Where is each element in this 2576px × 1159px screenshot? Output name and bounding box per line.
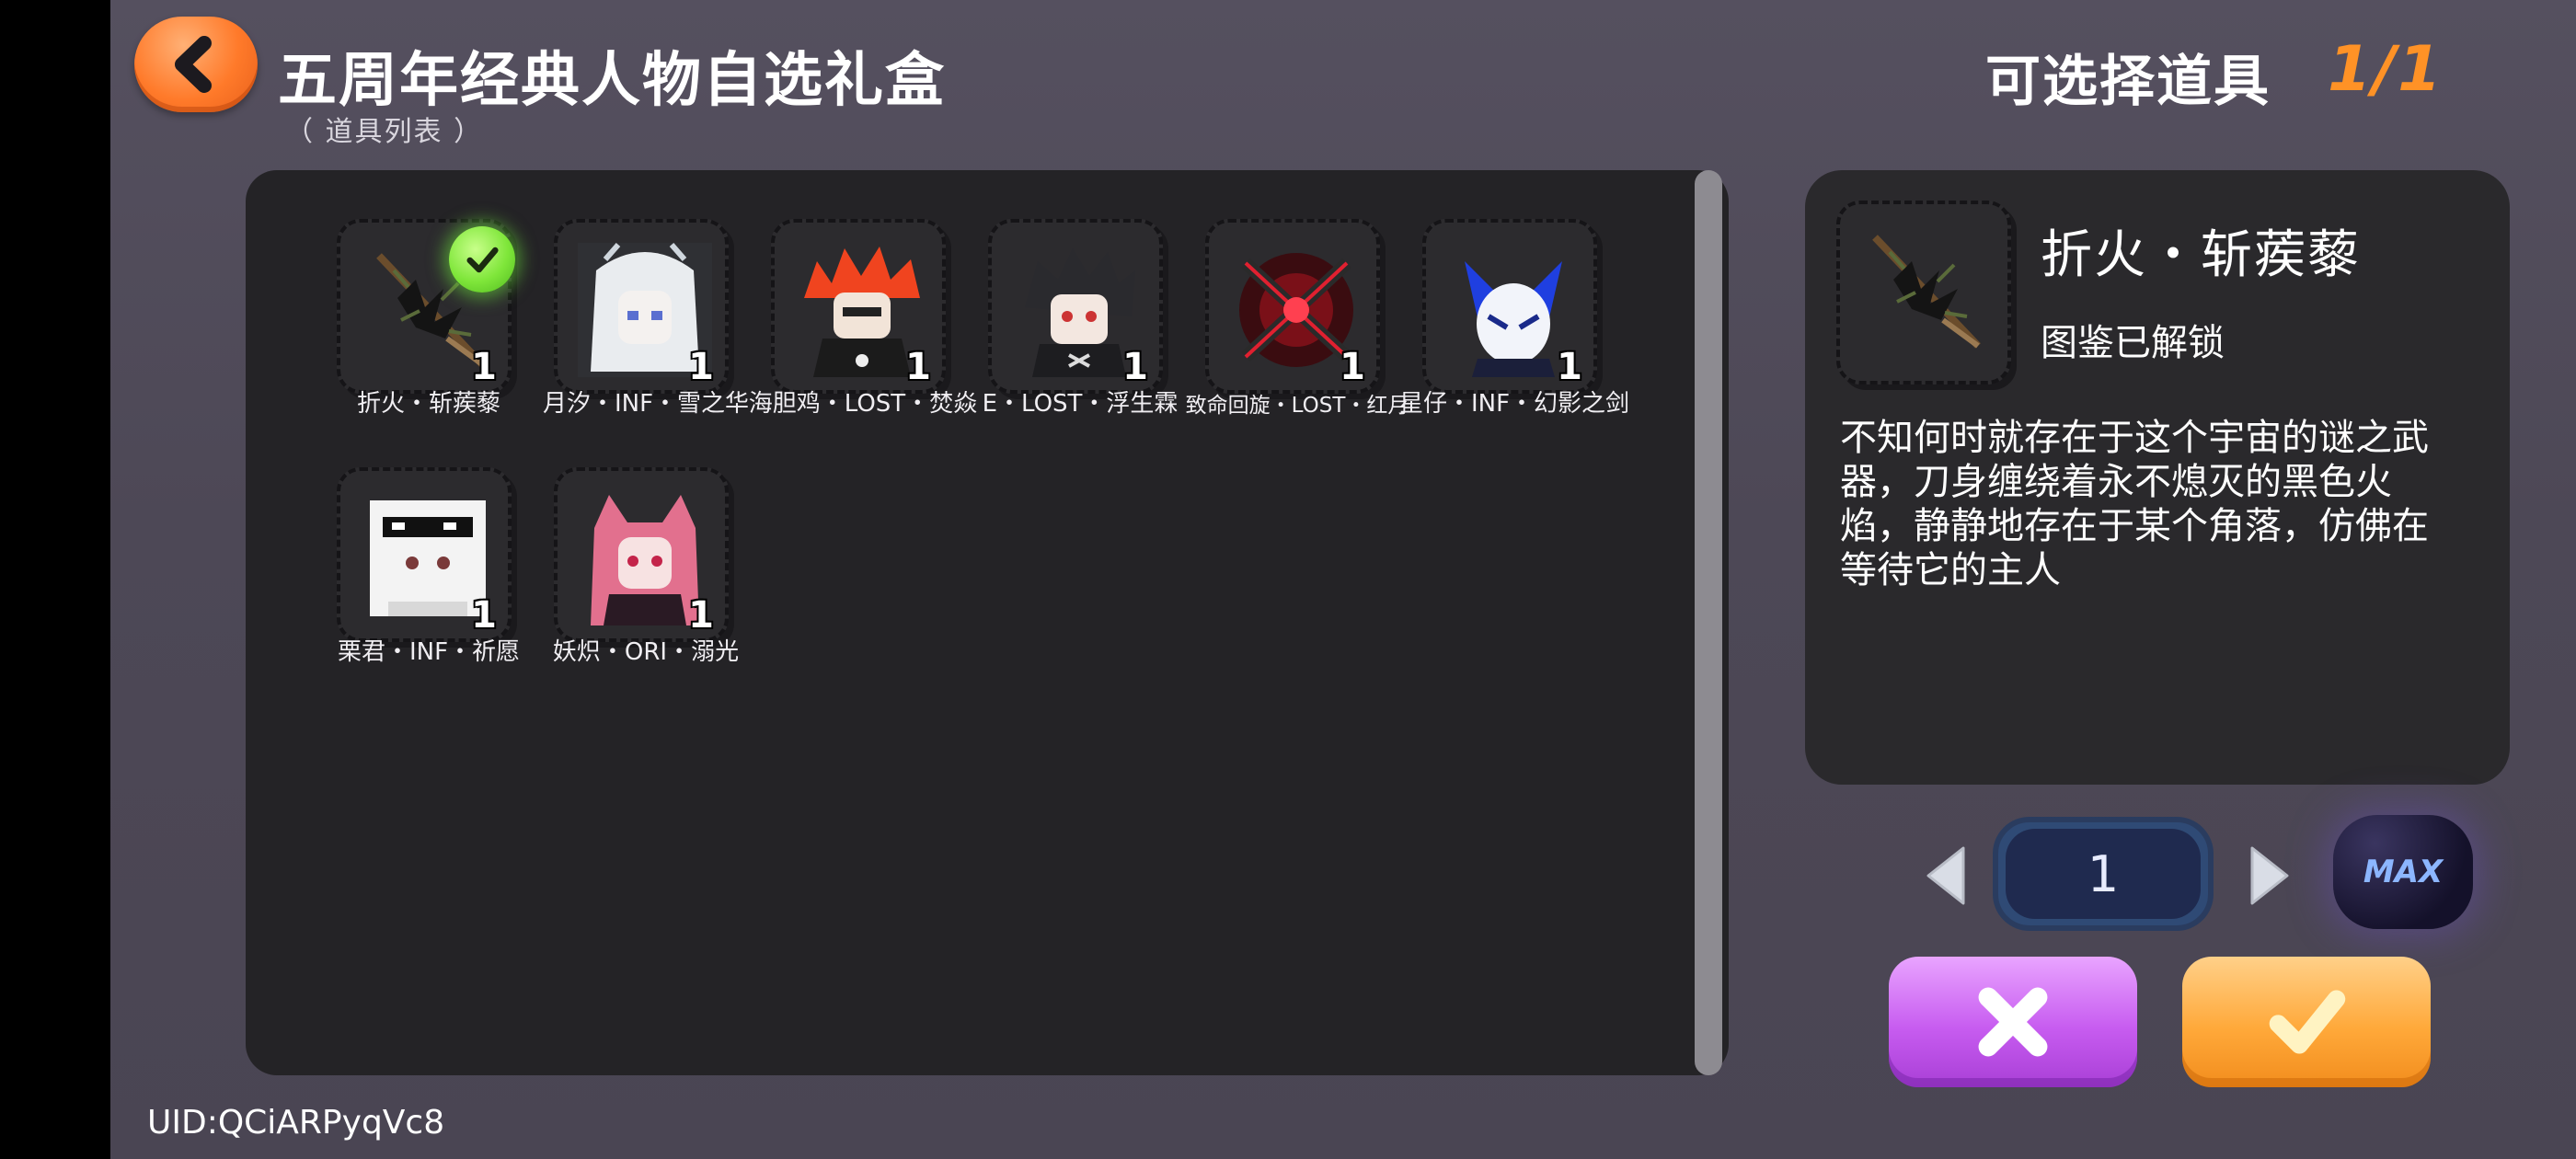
item-name: 海胆鸡・LOST・焚焱	[748, 390, 978, 418]
item-name: 致命回旋・LOST・红月	[1185, 394, 1409, 418]
item-quantity: 1	[471, 346, 497, 388]
max-button[interactable]: MAX	[2333, 815, 2473, 929]
item-quantity: 1	[1557, 346, 1582, 388]
item-card[interactable]: 1 海胆鸡・LOST・焚焱	[749, 219, 977, 458]
quantity-input[interactable]: 1	[1993, 817, 2214, 931]
item-card[interactable]: 1 E・LOST・浮生霖	[983, 219, 1178, 458]
collection-status: 图鉴已解锁	[2041, 322, 2225, 364]
detail-item-name: 折火・斩蒺藜	[2041, 225, 2361, 285]
selected-check-icon	[449, 226, 515, 293]
item-quantity: 1	[1122, 346, 1148, 388]
item-tile: 1	[1205, 219, 1380, 394]
detail-item-tile	[1836, 201, 2011, 384]
increase-arrow-button[interactable]	[2243, 843, 2294, 909]
item-quantity: 1	[688, 346, 714, 388]
item-card[interactable]: 1 妖炽・ORI・溺光	[553, 467, 739, 706]
item-name: 妖炽・ORI・溺光	[552, 638, 740, 666]
selectable-items-label: 可选择道具	[1985, 50, 2271, 114]
item-description: 不知何时就存在于这个宇宙的谜之武器，刀身缠绕着永不熄灭的黑色火焰，静静地存在于某…	[1840, 417, 2429, 591]
item-quantity: 1	[688, 594, 714, 637]
scrollbar[interactable]	[1695, 170, 1722, 1075]
quantity-value: 1	[2006, 829, 2201, 919]
dark-spear-weapon-icon	[1872, 235, 1981, 349]
item-quantity: 1	[471, 594, 497, 637]
item-name: E・LOST・浮生霖	[982, 390, 1179, 418]
item-name: 星仔・INF・幻影之剑	[1398, 390, 1630, 418]
item-name: 栗君・INF・祈愿	[337, 638, 521, 666]
page-subtitle: （ 道具列表 ）	[285, 116, 484, 148]
checkmark-icon	[2269, 990, 2346, 1054]
back-button[interactable]	[134, 17, 258, 112]
item-name: 折火・斩蒺藜	[356, 390, 500, 418]
max-label: MAX	[2363, 854, 2444, 890]
item-name: 月汐・INF・雪之华	[542, 390, 750, 418]
item-card[interactable]: 1 月汐・INF・雪之华	[543, 219, 749, 458]
item-tile: 1	[554, 219, 729, 394]
item-quantity: 1	[905, 346, 931, 388]
item-tile: 1	[337, 467, 512, 642]
user-id: UID:QCiARPyqVc8	[147, 1104, 445, 1142]
page-title: 五周年经典人物自选礼盒	[278, 47, 946, 115]
item-tile: 1	[554, 467, 729, 642]
chevron-left-icon	[175, 36, 212, 93]
cancel-button[interactable]	[1889, 957, 2137, 1087]
selection-count: 1/1	[2328, 33, 2444, 106]
close-icon	[1978, 987, 2048, 1057]
item-tile: 1	[988, 219, 1163, 394]
item-tile: 1	[771, 219, 946, 394]
item-tile: 1	[1422, 219, 1597, 394]
item-card[interactable]: 1 栗君・INF・祈愿	[337, 467, 521, 706]
item-card[interactable]: 1 星仔・INF・幻影之剑	[1399, 219, 1629, 458]
decrease-arrow-button[interactable]	[1921, 843, 1972, 909]
confirm-button[interactable]	[2182, 957, 2431, 1087]
item-quantity: 1	[1340, 346, 1365, 388]
item-card[interactable]: 1 致命回旋・LOST・红月	[1186, 219, 1409, 458]
